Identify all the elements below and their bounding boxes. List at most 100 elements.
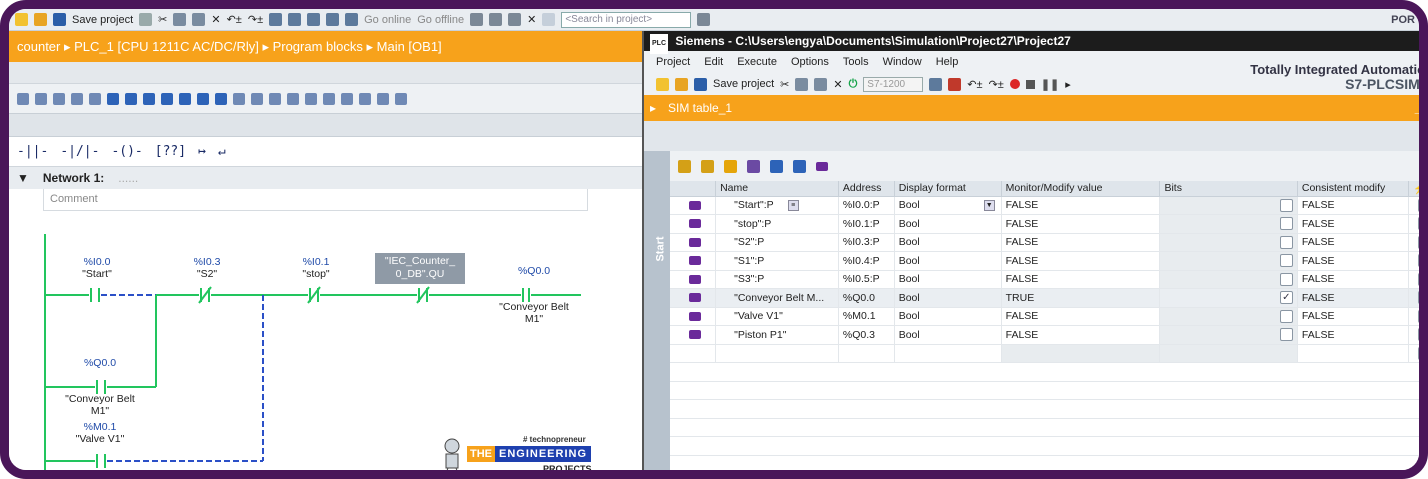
plcsim-mres-icon[interactable]: [948, 77, 962, 91]
cpu-select[interactable]: S7-1200: [863, 76, 924, 92]
row-format[interactable]: Bool: [894, 214, 1002, 234]
row-format[interactable]: Bool: [894, 251, 1002, 271]
row-bits[interactable]: [1159, 325, 1298, 345]
sim-table-header[interactable]: ▸ SIM table_1 _ ▪: [644, 95, 1419, 121]
row-bits[interactable]: [1159, 251, 1298, 271]
row-modify[interactable]: [1408, 233, 1419, 252]
upload-icon[interactable]: [307, 13, 321, 26]
row-modify[interactable]: [1408, 307, 1419, 326]
coil-conveyor-belt[interactable]: %Q0.0 "Conveyor Belt M1": [489, 241, 579, 349]
bit-checkbox[interactable]: [1279, 198, 1293, 212]
col-bits[interactable]: Bits: [1159, 181, 1298, 197]
row-modify[interactable]: [1408, 270, 1419, 289]
plcsim-cut-icon[interactable]: ✂: [780, 78, 789, 91]
modify-checkbox[interactable]: [1418, 291, 1419, 305]
row-value[interactable]: FALSE: [1001, 251, 1161, 271]
tag-icon[interactable]: [816, 161, 828, 171]
stop-icon[interactable]: [1025, 79, 1035, 89]
window-icon[interactable]: [542, 13, 556, 26]
row-consistent[interactable]: FALSE: [1297, 288, 1410, 308]
plcsim-paste-icon[interactable]: [814, 77, 828, 91]
col-address[interactable]: Address: [838, 181, 895, 197]
row-value[interactable]: FALSE: [1001, 325, 1161, 345]
start-tab[interactable]: Start: [644, 151, 670, 470]
row-consistent[interactable]: FALSE: [1297, 307, 1410, 326]
row-consistent[interactable]: FALSE: [1297, 251, 1410, 271]
modify-checkbox[interactable]: [1418, 309, 1419, 323]
row-address[interactable]: %I0.1:P: [838, 214, 895, 234]
modify-all-icon[interactable]: [747, 159, 760, 173]
import-icon[interactable]: [770, 159, 783, 173]
project-search-input[interactable]: <Search in project>: [561, 11, 692, 28]
empty-cell[interactable]: [715, 344, 839, 363]
bit-checkbox[interactable]: [1279, 235, 1293, 249]
row-format[interactable]: Bool: [894, 233, 1002, 252]
row-value[interactable]: TRUE: [1001, 288, 1161, 308]
row-name[interactable]: "S2":P: [715, 233, 839, 252]
undo-icon[interactable]: ↶±: [227, 13, 242, 26]
row-name[interactable]: "S1":P: [715, 251, 839, 271]
plcsim-redo-icon[interactable]: ↷±: [989, 78, 1004, 91]
col-consistent-modify[interactable]: Consistent modify: [1297, 181, 1410, 197]
compile-icon[interactable]: [269, 13, 283, 26]
menu-options[interactable]: Options: [791, 56, 829, 68]
row-value[interactable]: FALSE: [1001, 270, 1161, 289]
menu-execute[interactable]: Execute: [737, 56, 777, 68]
row-bits[interactable]: [1159, 233, 1298, 252]
contact-stop[interactable]: %I0.1 "stop": [288, 256, 344, 280]
modify-checkbox[interactable]: [1418, 254, 1419, 268]
contact-start[interactable]: %I0.0 "Start": [69, 256, 125, 280]
empty-cell[interactable]: [1408, 344, 1419, 363]
bit-checkbox[interactable]: [1279, 254, 1293, 268]
row-consistent[interactable]: FALSE: [1297, 325, 1410, 345]
save-icon[interactable]: [53, 13, 66, 26]
row-bits[interactable]: ✓: [1159, 288, 1298, 308]
plcsim-delete-icon[interactable]: ✕: [833, 78, 842, 91]
modify-checkbox[interactable]: [1418, 235, 1419, 249]
plcsim-load-icon[interactable]: [929, 77, 943, 91]
download-icon[interactable]: [288, 13, 302, 26]
row-name[interactable]: "Piston P1": [715, 325, 839, 345]
row-format[interactable]: Bool: [894, 288, 1002, 308]
row-name[interactable]: "Start":P ≡: [715, 196, 839, 215]
plcsim-open-icon[interactable]: [675, 77, 688, 91]
plcsim-copy-icon[interactable]: [795, 77, 809, 91]
row-format[interactable]: Bool: [894, 270, 1002, 289]
pause-icon[interactable]: ❚❚: [1041, 78, 1059, 91]
add-row-icon[interactable]: [678, 159, 691, 173]
bit-checkbox[interactable]: [1279, 309, 1293, 323]
contact-s2[interactable]: %I0.3 "S2": [179, 256, 235, 280]
modify-checkbox[interactable]: [1418, 328, 1419, 342]
simulation-icon[interactable]: [326, 13, 340, 26]
row-modify[interactable]: [1408, 214, 1419, 234]
menu-project[interactable]: Project: [656, 56, 690, 68]
row-format[interactable]: Bool ▼: [894, 196, 1002, 215]
record-icon[interactable]: [1009, 79, 1020, 89]
split-vertical-icon[interactable]: [508, 13, 522, 26]
bit-checkbox[interactable]: [1279, 272, 1293, 286]
row-address[interactable]: %I0.3:P: [838, 233, 895, 252]
menu-tools[interactable]: Tools: [843, 56, 869, 68]
cut-icon[interactable]: ✂: [158, 13, 167, 26]
row-address[interactable]: %Q0.0: [838, 288, 895, 308]
row-bits[interactable]: [1159, 270, 1298, 289]
bit-checkbox[interactable]: ✓: [1279, 291, 1293, 305]
row-bits[interactable]: [1159, 307, 1298, 326]
tag-browse-icon[interactable]: ≡: [787, 199, 799, 211]
modify-checkbox[interactable]: [1418, 217, 1419, 231]
save-project-button[interactable]: Save project: [72, 14, 133, 26]
row-name[interactable]: "stop":P: [715, 214, 839, 234]
table-row[interactable]: "S1":P %I0.4:P Bool FALSE FALSE: [670, 251, 1419, 271]
row-consistent[interactable]: FALSE: [1297, 214, 1410, 234]
bit-checkbox[interactable]: [1279, 328, 1293, 342]
export-icon[interactable]: [793, 159, 806, 173]
menu-help[interactable]: Help: [936, 56, 959, 68]
row-consistent[interactable]: FALSE: [1297, 233, 1410, 252]
row-address[interactable]: %I0.4:P: [838, 251, 895, 271]
search-go-icon[interactable]: [697, 13, 711, 26]
row-value[interactable]: FALSE: [1001, 196, 1161, 215]
row-format[interactable]: Bool: [894, 325, 1002, 345]
contact-valve-v1[interactable]: %M0.1 "Valve V1": [65, 421, 135, 445]
copy-icon[interactable]: [173, 13, 187, 26]
new-project-icon[interactable]: [15, 13, 28, 26]
